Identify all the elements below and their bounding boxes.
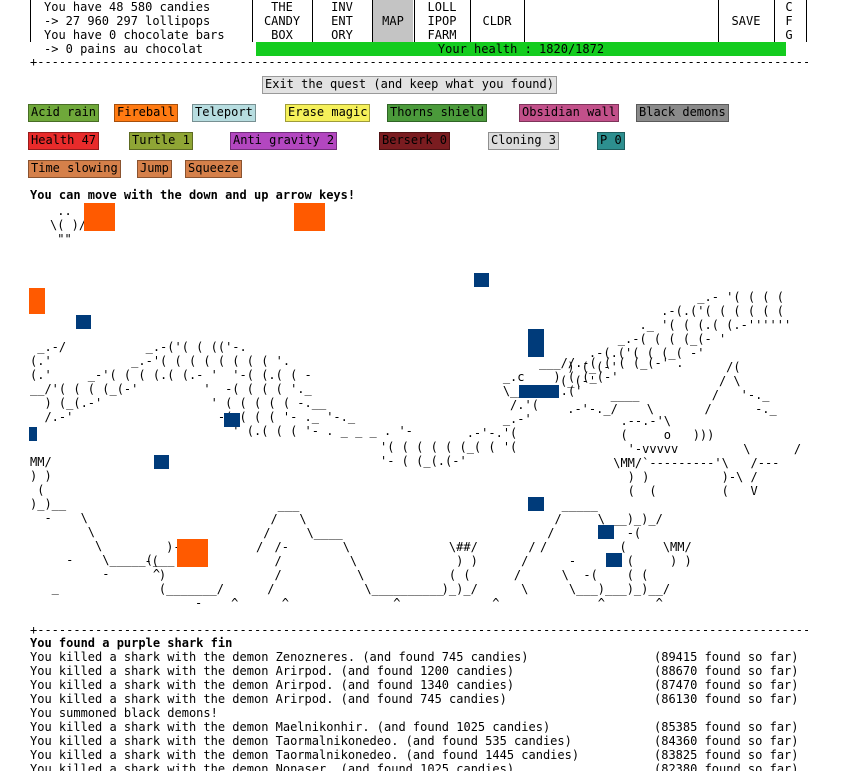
separator [524, 0, 525, 42]
nav-inventory[interactable]: INV ENT ORY [314, 0, 370, 42]
save-button[interactable]: SAVE [720, 0, 772, 42]
exit-quest-button[interactable]: Exit the quest (and keep what you found) [262, 76, 557, 94]
scroll-jump[interactable]: Jump [137, 160, 172, 178]
potion-anti-gravity[interactable]: Anti gravity 2 [230, 132, 338, 150]
log-entry: You killed a shark with the demon Arirpo… [30, 678, 799, 692]
fireball-projectile [177, 539, 208, 567]
separator [252, 0, 253, 42]
nav-config[interactable]: C F G [776, 0, 802, 42]
quest-log: You found a purple shark fin You killed … [30, 636, 810, 771]
spell-thorns-shield[interactable]: Thorns shield [387, 104, 487, 122]
scroll-squeeze[interactable]: Squeeze [185, 160, 242, 178]
log-entry: You killed a shark with the demon Nonase… [30, 762, 799, 771]
black-demon [154, 455, 169, 469]
nav-label: F [785, 14, 793, 28]
potion-health[interactable]: Health 47 [28, 132, 100, 150]
log-entry: You found a purple shark fin [30, 636, 233, 650]
black-demon [224, 413, 240, 427]
spell-obsidian-wall[interactable]: Obsidian wall [519, 104, 619, 122]
nav-label: THE [271, 0, 293, 14]
player-character: .. \( )/ "" [50, 204, 87, 246]
separator [718, 0, 719, 42]
lollipops-count: -> 27 960 297 lollipops [44, 14, 211, 28]
log-entry: You killed a shark with the demon Taorma… [30, 734, 799, 748]
mountains-middle-right: \##/ / ) ) / ( ( / )_)_/ \ ^ [441, 540, 536, 610]
nav-candy-box[interactable]: THE CANDY BOX [254, 0, 310, 42]
potion-berserk[interactable]: Berserk 0 [379, 132, 451, 150]
mountains-center: ___ / \ / \____ / \ \ \ \__________ ^ [256, 498, 444, 610]
pains-au-chocolat-count: -> 0 pains au chocolat [44, 42, 203, 56]
potion-p[interactable]: P 0 [597, 132, 625, 150]
nav-label: ORY [331, 28, 353, 42]
sea-wave-left: _.-/ _.-('( ( (('-. (.' _.-'( ( ( ( ( ( … [30, 340, 413, 438]
spell-teleport[interactable]: Teleport [192, 104, 256, 122]
separator [30, 0, 31, 42]
nav-label: ENT [331, 14, 353, 28]
separator [470, 0, 471, 42]
scroll-time-slowing[interactable]: Time slowing [28, 160, 121, 178]
separator [414, 0, 415, 42]
nav-lollipop-farm[interactable]: LOLL IPOP FARM [416, 0, 468, 42]
sea-wave-right: _.- '( ( ( ( .-(.('( ( ( ( ( ( ._ '( ( (… [560, 290, 792, 416]
nav-label: IPOP [427, 14, 457, 28]
separator [774, 0, 775, 42]
nav-label: SAVE [731, 14, 761, 28]
nav-cauldron[interactable]: CLDR [472, 0, 522, 42]
nav-map[interactable]: MAP [373, 0, 413, 42]
log-entry: You killed a shark with the demon Arirpo… [30, 692, 799, 706]
spell-fireball[interactable]: Fireball [114, 104, 178, 122]
nav-label: LOLL [427, 0, 457, 14]
separator [312, 0, 313, 42]
black-demon [606, 553, 622, 567]
log-entry: You killed a shark with the demon Taorma… [30, 748, 799, 762]
nav-label: BOX [271, 28, 293, 42]
log-entry: You killed a shark with the demon Arirpo… [30, 664, 799, 678]
divider: +---------------------------------------… [30, 58, 808, 66]
black-demon [528, 329, 544, 357]
log-entry: You killed a shark with the demon Maelni… [30, 720, 799, 734]
black-demon [598, 525, 614, 539]
fireball-projectile [294, 203, 325, 231]
nav-label: C [785, 0, 793, 14]
candies-count: You have 48 580 candies [44, 0, 211, 14]
nav-label: INV [331, 0, 353, 14]
spell-black-demons[interactable]: Black demons [636, 104, 729, 122]
log-entry: You killed a shark with the demon Zenozn… [30, 650, 799, 664]
nav-label: G [785, 28, 793, 42]
black-demon [474, 273, 489, 287]
status-bar: You have 48 580 candies -> 27 960 297 lo… [30, 0, 808, 66]
separator [806, 0, 807, 42]
log-entry: You summoned black demons! [30, 706, 218, 720]
resources-panel: You have 48 580 candies -> 27 960 297 lo… [44, 0, 254, 56]
spell-acid-rain[interactable]: Acid rain [28, 104, 100, 122]
shark-enemy: .--.-'\ ( o ))) '-vvvvv \ / \MM/`-------… [613, 414, 802, 498]
spell-erase-magic[interactable]: Erase magic [285, 104, 371, 122]
chocolate-bars-count: You have 0 chocolate bars [44, 28, 225, 42]
black-demon [76, 315, 91, 329]
quest-screen: You have 48 580 candies -> 27 960 297 lo… [0, 0, 842, 771]
divider: +---------------------------------------… [30, 626, 808, 634]
fireball-projectile [29, 288, 45, 314]
nav-label: CANDY [263, 14, 301, 28]
black-demon [519, 385, 559, 398]
movement-hint: You can move with the down and up arrow … [30, 188, 356, 202]
nav-label: FARM [427, 28, 457, 42]
potion-turtle[interactable]: Turtle 1 [129, 132, 193, 150]
black-demon [528, 497, 544, 511]
potion-cloning[interactable]: Cloning 3 [488, 132, 560, 150]
health-bar: Your health : 1820/1872 [256, 42, 786, 56]
fireball-projectile [84, 203, 115, 231]
black-demon [29, 427, 37, 441]
nav-label: CLDR [482, 14, 512, 28]
nav-label: MAP [382, 14, 404, 28]
